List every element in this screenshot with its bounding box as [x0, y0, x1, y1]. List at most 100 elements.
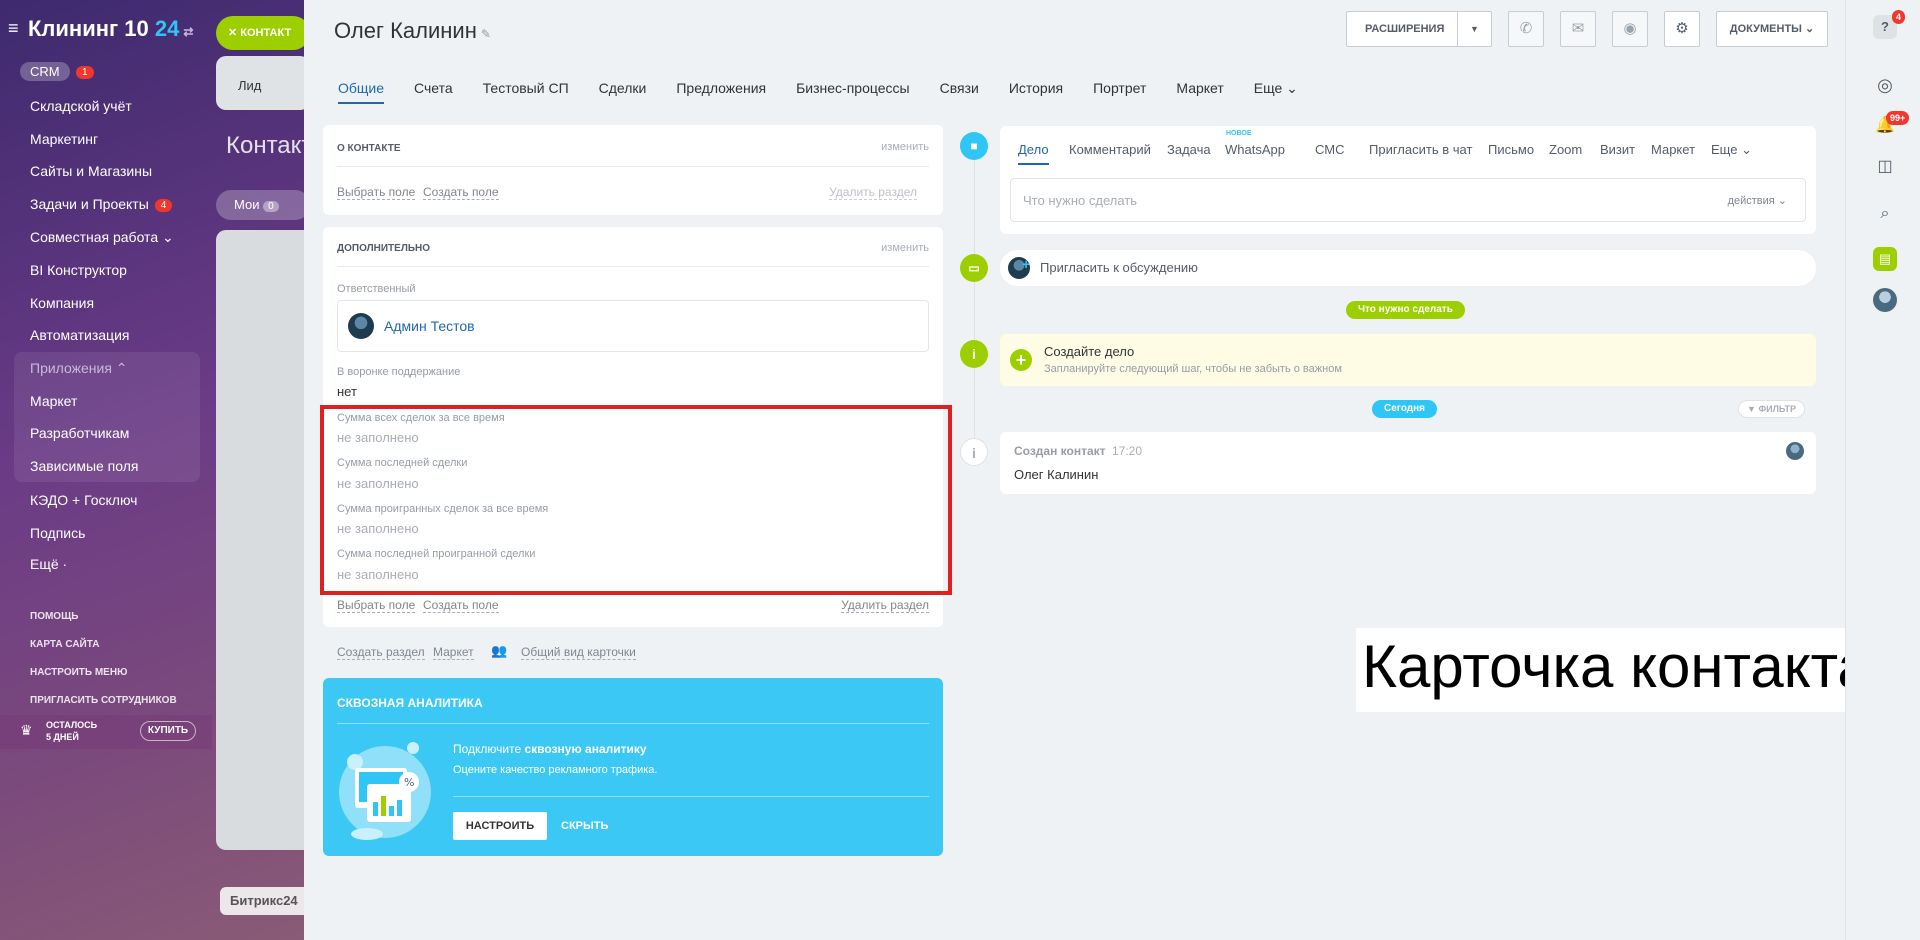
- create-deal-subtitle: Запланируйте следующий шаг, чтобы не заб…: [1044, 363, 1342, 375]
- market-link[interactable]: Маркет: [433, 645, 474, 660]
- bg-contact-button[interactable]: ✕ КОНТАКТ: [216, 16, 310, 50]
- setup-button[interactable]: НАСТРОИТЬ: [453, 812, 547, 840]
- phone-icon[interactable]: ✆: [1508, 11, 1544, 47]
- sidebar-item-kedo[interactable]: КЭДО + Госключ: [30, 492, 137, 508]
- trial-line-2: 5 ДНЕЙ: [46, 732, 79, 742]
- activity-tab-zoom[interactable]: Zoom: [1549, 142, 1582, 157]
- analytics-illustration-icon: %: [339, 742, 431, 840]
- bg-page-title: Контакт: [226, 132, 313, 159]
- actions-dropdown[interactable]: действия ⌄: [1728, 194, 1787, 207]
- sidebar-item-sites[interactable]: Сайты и Магазины: [30, 163, 152, 179]
- sidebar-item-label: Ещё ·: [30, 556, 68, 572]
- avatar[interactable]: [1873, 288, 1897, 312]
- swap-icon[interactable]: ⇄: [183, 25, 193, 39]
- create-field-link[interactable]: Создать поле: [423, 185, 499, 200]
- sidebar-item-crm[interactable]: CRM: [20, 62, 70, 81]
- caption-overlay: Карточка контакта: [1356, 628, 1920, 712]
- sidebar-item-company[interactable]: Компания: [30, 295, 94, 311]
- activity-tab-market[interactable]: Маркет: [1651, 142, 1695, 157]
- tab-more[interactable]: Еще ⌄: [1254, 80, 1298, 103]
- common-view-link[interactable]: Общий вид карточки: [521, 645, 636, 660]
- tab-market[interactable]: Маркет: [1176, 80, 1223, 102]
- delete-section-link[interactable]: Удалить раздел: [829, 185, 917, 200]
- sitemap-link[interactable]: Карта сайта: [30, 639, 99, 650]
- tab-portrait[interactable]: Портрет: [1093, 80, 1146, 102]
- activity-tab-comment[interactable]: Комментарий: [1069, 142, 1151, 157]
- tab-general[interactable]: Общие: [338, 80, 385, 104]
- create-field-link[interactable]: Создать поле: [423, 598, 499, 613]
- activity-tab-email[interactable]: Письмо: [1488, 142, 1534, 157]
- activity-tab-more[interactable]: Еще ⌄: [1711, 142, 1752, 158]
- sidebar-item-developers[interactable]: Разработчикам: [30, 425, 129, 441]
- avatar[interactable]: [1786, 442, 1804, 460]
- sidebar-item-bi[interactable]: BI Конструктор: [30, 262, 127, 278]
- sidebar-item-market[interactable]: Маркет: [30, 393, 77, 409]
- tab-history[interactable]: История: [1009, 80, 1063, 102]
- menu-burger-icon[interactable]: ≡: [8, 18, 22, 39]
- sidebar-item-automation[interactable]: Автоматизация: [30, 327, 129, 343]
- select-field-link[interactable]: Выбрать поле: [337, 598, 416, 613]
- tab-bizproc[interactable]: Бизнес-процессы: [796, 80, 909, 102]
- help-link[interactable]: Помощь: [30, 611, 78, 622]
- activity-tab-task[interactable]: Задача: [1167, 142, 1211, 157]
- skype-icon[interactable]: ◉: [1612, 11, 1648, 47]
- tab-relations[interactable]: Связи: [940, 80, 979, 102]
- activity-editor: Дело Комментарий Задача НОВОЕ WhatsApp С…: [1000, 126, 1816, 234]
- invite-employees-link[interactable]: Пригласить сотрудников: [30, 695, 177, 706]
- notifications-badge: 99+: [1886, 111, 1910, 125]
- tab-deals[interactable]: Сделки: [599, 80, 647, 102]
- add-circle-icon[interactable]: +: [1010, 349, 1032, 371]
- activity-tab-invite-chat[interactable]: Пригласить в чат: [1369, 142, 1472, 157]
- pencil-icon[interactable]: ✎: [481, 27, 491, 41]
- invite-discussion[interactable]: + Пригласить к обсуждению: [1000, 250, 1816, 286]
- sidebar-item-label: Приложения ⌃: [30, 360, 128, 376]
- tab-invoices[interactable]: Счета: [414, 80, 453, 102]
- activity-tab-whatsapp[interactable]: WhatsApp: [1225, 142, 1285, 157]
- notes-icon[interactable]: ▤: [1873, 247, 1897, 271]
- sidebar-item-apps[interactable]: Приложения ⌃: [30, 360, 128, 377]
- responsible-name[interactable]: Админ Тестов: [384, 318, 475, 334]
- todo-placeholder: Что нужно сделать: [1023, 193, 1137, 208]
- bg-filter-tab-label: Мои: [234, 197, 260, 212]
- tab-test-sp[interactable]: Тестовый СП: [483, 80, 569, 102]
- sidebar-item-more[interactable]: Ещё ·: [30, 556, 67, 572]
- activity-tab-deal[interactable]: Дело: [1018, 142, 1049, 165]
- activity-tab-sms[interactable]: СМС: [1315, 142, 1344, 157]
- chevron-down-icon[interactable]: ▼: [1457, 12, 1491, 46]
- section-edit-link[interactable]: изменить: [881, 242, 929, 254]
- configure-menu-link[interactable]: Настроить меню: [30, 667, 127, 678]
- select-field-link[interactable]: Выбрать поле: [337, 185, 416, 200]
- sidebar-item-marketing[interactable]: Маркетинг: [30, 131, 98, 147]
- buy-button[interactable]: КУПИТЬ: [140, 721, 196, 741]
- create-deal-card[interactable]: + Создайте дело Запланируйте следующий ш…: [1000, 334, 1816, 386]
- comment-icon: ▭: [960, 254, 988, 282]
- sidebar-item-collab[interactable]: Совместная работа ⌄: [30, 229, 174, 246]
- tab-quotes[interactable]: Предложения: [676, 80, 766, 102]
- divider: [453, 796, 929, 797]
- sidebar-item-tasks[interactable]: Задачи и Проекты 4: [30, 196, 173, 212]
- mail-icon[interactable]: ✉: [1560, 11, 1596, 47]
- todo-input[interactable]: Что нужно сделать действия ⌄: [1010, 178, 1806, 222]
- section-edit-link[interactable]: изменить: [881, 141, 929, 153]
- responsible-user[interactable]: Админ Тестов: [337, 300, 929, 352]
- users-icon: 👥: [491, 643, 508, 658]
- extensions-button[interactable]: РАСШИРЕНИЯ ▼: [1346, 11, 1492, 47]
- sidebar-item-warehouse[interactable]: Складской учёт: [30, 98, 132, 114]
- sidebar-item-dependent-fields[interactable]: Зависимые поля: [30, 458, 139, 474]
- crm-counter-badge: 1: [76, 66, 94, 79]
- activity-tab-visit[interactable]: Визит: [1600, 142, 1635, 157]
- delete-section-link[interactable]: Удалить раздел: [841, 598, 929, 613]
- sidebar-item-sign[interactable]: Подпись: [30, 525, 85, 541]
- documents-label: ДОКУМЕНТЫ: [1729, 23, 1802, 35]
- copilot-icon[interactable]: ◎: [1873, 73, 1897, 97]
- hide-button[interactable]: СКРЫТЬ: [561, 820, 608, 832]
- messenger-icon[interactable]: ◫: [1873, 155, 1897, 179]
- analytics-heading-bold: сквозную аналитику: [524, 742, 647, 756]
- portal-logo[interactable]: ≡ Клининг 10 24 ⇄: [8, 16, 193, 42]
- gear-icon[interactable]: ⚙: [1664, 11, 1700, 47]
- create-section-link[interactable]: Создать раздел: [337, 645, 425, 660]
- bg-filter-tab[interactable]: Мои 0: [216, 190, 310, 220]
- search-icon[interactable]: ⌕: [1873, 202, 1897, 226]
- filter-button[interactable]: ▼ ФИЛЬТР: [1738, 400, 1805, 418]
- documents-button[interactable]: ДОКУМЕНТЫ ⌄: [1716, 11, 1828, 47]
